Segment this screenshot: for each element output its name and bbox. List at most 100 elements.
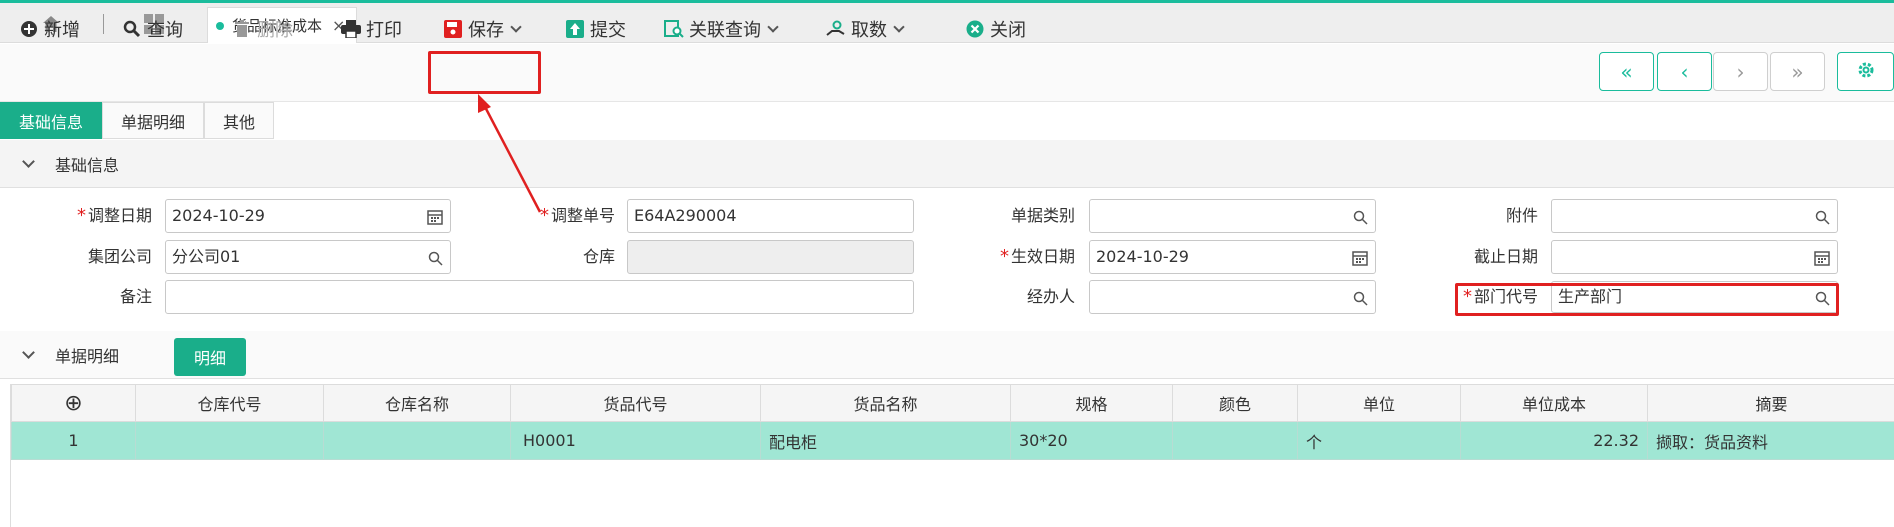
- cell-color[interactable]: [1172, 421, 1298, 460]
- related-query-button[interactable]: 关联查询: [663, 13, 779, 45]
- col-header[interactable]: 单位成本: [1460, 384, 1648, 422]
- tab-separator: [103, 14, 104, 34]
- related-query-label: 关联查询: [689, 20, 761, 41]
- settings-button[interactable]: [1837, 52, 1894, 91]
- cell-wh-code[interactable]: [135, 421, 324, 460]
- detail-title: 单据明细: [55, 346, 120, 366]
- col-header[interactable]: 规格: [1010, 384, 1173, 422]
- cell-item-name[interactable]: 配电柜: [760, 421, 1011, 460]
- cell-unit[interactable]: 个: [1297, 421, 1461, 460]
- col-header[interactable]: 仓库代号: [135, 384, 324, 422]
- trash-icon: [231, 18, 253, 40]
- calendar-icon[interactable]: [1813, 249, 1831, 267]
- last-record-button[interactable]: »: [1770, 52, 1825, 91]
- close-label: 关闭: [990, 20, 1026, 41]
- save-button[interactable]: 保存: [442, 13, 522, 45]
- fetch-label: 取数: [851, 20, 887, 41]
- chevron-down-icon: [510, 20, 522, 33]
- col-header[interactable]: 仓库名称: [323, 384, 511, 422]
- warehouse-field[interactable]: [627, 240, 914, 274]
- print-button[interactable]: 打印: [340, 13, 402, 45]
- remark-label: 备注: [119, 287, 152, 306]
- cell-unit-cost[interactable]: 22.32: [1460, 421, 1648, 460]
- collapse-chevron-icon: [22, 345, 35, 359]
- submit-button[interactable]: 提交: [564, 13, 626, 45]
- attachment-field[interactable]: [1551, 199, 1838, 233]
- search-icon[interactable]: [1351, 208, 1369, 226]
- adjust-date-label: * 调整日期: [76, 205, 152, 226]
- plus-circle-icon: [18, 18, 40, 40]
- add-row-icon[interactable]: ⊕: [11, 384, 136, 422]
- calendar-icon[interactable]: [1351, 249, 1369, 267]
- doc-type-label: 单据类别: [1010, 206, 1075, 225]
- fetch-button[interactable]: 取数: [825, 13, 905, 45]
- cell-spec[interactable]: 30*20: [1010, 421, 1173, 460]
- detail-button[interactable]: 明细: [174, 338, 246, 376]
- upload-icon: [564, 18, 586, 40]
- cell-summary[interactable]: 撷取：货品资料: [1647, 421, 1894, 460]
- close-button[interactable]: 关闭: [964, 13, 1026, 45]
- detail-grid: ⊕ 仓库代号 仓库名称 货品代号 货品名称 规格 颜色 单位 单位成本 摘要 1…: [10, 384, 1894, 527]
- table-row[interactable]: 1 H0001 配电柜 30*20 个 22.32 撷取：货品资料: [11, 421, 1894, 460]
- fetch-hand-icon: [825, 18, 847, 40]
- query-button[interactable]: 查询: [121, 13, 183, 45]
- search-icon[interactable]: [1813, 208, 1831, 226]
- adjust-no-label: * 调整单号: [539, 205, 615, 226]
- col-header[interactable]: 货品代号: [510, 384, 761, 422]
- cell-wh-name[interactable]: [323, 421, 511, 460]
- cutoff-date-field[interactable]: [1551, 240, 1838, 274]
- search-icon[interactable]: [1351, 289, 1369, 307]
- cutoff-date-label: 截止日期: [1473, 247, 1538, 266]
- print-label: 打印: [366, 20, 402, 41]
- tab-basic-info[interactable]: 基础信息: [0, 102, 103, 139]
- delete-label: 删除: [257, 20, 293, 41]
- add-label: 新增: [44, 20, 80, 41]
- adjust-no-field[interactable]: E64A290004: [627, 199, 914, 233]
- prev-record-button[interactable]: ‹: [1657, 52, 1712, 91]
- effective-date-field[interactable]: 2024-10-29: [1089, 240, 1376, 274]
- section-tabs: 基础信息 单据明细 其他: [0, 102, 275, 139]
- col-header[interactable]: 颜色: [1172, 384, 1298, 422]
- next-record-button[interactable]: ›: [1713, 52, 1768, 91]
- remark-field[interactable]: [165, 280, 914, 314]
- gear-icon: [1856, 60, 1876, 84]
- query-label: 查询: [147, 20, 183, 41]
- group-company-label: 集团公司: [87, 247, 152, 266]
- tab-other[interactable]: 其他: [204, 102, 275, 139]
- col-header[interactable]: 摘要: [1647, 384, 1894, 422]
- search-icon: [121, 18, 143, 40]
- chevron-down-icon: [767, 20, 779, 33]
- save-highlight-box: [428, 51, 541, 94]
- search-icon[interactable]: [426, 249, 444, 267]
- attachment-label: 附件: [1505, 206, 1538, 225]
- calendar-icon[interactable]: [426, 208, 444, 226]
- adjust-date-field[interactable]: 2024-10-29: [165, 199, 451, 233]
- dept-code-highlight-box: [1455, 283, 1839, 316]
- add-button[interactable]: 新增: [18, 13, 80, 45]
- printer-icon: [340, 18, 362, 40]
- save-disk-icon: [442, 18, 464, 40]
- tab-doc-details[interactable]: 单据明细: [102, 102, 205, 139]
- row-number: 1: [11, 421, 136, 460]
- first-record-button[interactable]: «: [1599, 52, 1654, 91]
- doc-type-field[interactable]: [1089, 199, 1376, 233]
- effective-date-label: * 生效日期: [999, 246, 1075, 267]
- grid-header-row: ⊕ 仓库代号 仓库名称 货品代号 货品名称 规格 颜色 单位 单位成本 摘要: [11, 384, 1894, 422]
- handler-field[interactable]: [1089, 280, 1376, 314]
- col-header[interactable]: 货品名称: [760, 384, 1011, 422]
- submit-label: 提交: [590, 20, 626, 41]
- close-circle-icon: [964, 18, 986, 40]
- detail-header[interactable]: 单据明细: [0, 331, 1894, 379]
- basic-info-title: 基础信息: [55, 155, 120, 175]
- col-header[interactable]: 单位: [1297, 384, 1461, 422]
- cell-item-code[interactable]: H0001: [510, 421, 761, 460]
- save-label: 保存: [468, 20, 504, 41]
- chevron-down-icon: [893, 20, 905, 33]
- collapse-chevron-icon: [22, 154, 35, 168]
- group-company-field[interactable]: 分公司01: [165, 240, 451, 274]
- active-dot-icon: [216, 21, 224, 30]
- related-query-icon: [663, 18, 685, 40]
- delete-button[interactable]: 删除: [231, 13, 293, 45]
- basic-info-header[interactable]: 基础信息: [0, 140, 1894, 188]
- warehouse-label: 仓库: [582, 247, 615, 266]
